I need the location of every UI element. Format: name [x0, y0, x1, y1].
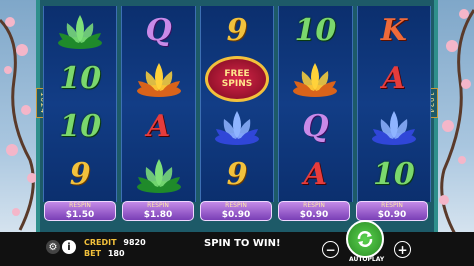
reel-symbol: Q — [279, 104, 351, 150]
symbol-k: K — [380, 13, 407, 48]
spin-message: SPIN TO WIN! — [204, 238, 281, 249]
symbol-a: A — [382, 61, 406, 96]
settings-icon[interactable]: ⚙ — [46, 240, 60, 254]
respin-price: $1.80 — [143, 210, 173, 220]
symbol-9: 9 — [226, 13, 248, 48]
reel-symbol: A — [279, 152, 351, 198]
symbol-q: Q — [302, 109, 329, 144]
reel-symbol: 10 — [358, 152, 430, 198]
reel-symbol: 9 — [44, 152, 116, 198]
respin-price: $0.90 — [221, 210, 251, 220]
reel-symbol — [122, 152, 194, 198]
reel-symbol — [122, 56, 194, 102]
bet-label: BET — [84, 249, 102, 258]
respin-button-4[interactable]: RESPIN $0.90 — [278, 201, 350, 221]
reel-symbol: FREE SPINS — [201, 56, 273, 102]
respin-label: RESPIN — [147, 202, 169, 209]
reel-1: 10 10 9 — [43, 6, 118, 202]
respin-price: $1.50 — [65, 210, 95, 220]
reel-symbol: 9 — [201, 152, 273, 198]
reel-symbol: A — [122, 104, 194, 150]
reel-2: QA — [121, 6, 196, 202]
lotus-green-icon — [58, 15, 103, 49]
reel-symbol — [358, 104, 430, 150]
credit-label: CREDIT — [84, 238, 117, 247]
symbol-a: A — [303, 157, 328, 192]
reel-symbol: 10 — [44, 104, 116, 150]
lotus-gold-icon — [293, 63, 338, 97]
reel-symbol: 9 — [201, 8, 273, 54]
respin-label: RESPIN — [69, 202, 91, 209]
reel-symbol — [44, 8, 116, 54]
info-icon[interactable]: i — [62, 240, 76, 254]
reel-5: K A 10 — [356, 6, 432, 202]
symbol-9: 9 — [69, 157, 91, 192]
bottom-bar: ⚙ i CREDIT 9820 BET 180 SPIN TO WIN! − A… — [0, 220, 474, 266]
bet-plus-button[interactable]: + — [394, 241, 411, 258]
respin-button-5[interactable]: RESPIN $0.90 — [356, 201, 428, 221]
lotus-green-icon — [136, 159, 181, 193]
lotus-gold-icon — [136, 63, 181, 97]
reel-symbol: A — [358, 56, 430, 102]
reel-3: 9 FREE SPINS 9 — [199, 6, 275, 202]
symbol-10: 10 — [294, 13, 337, 48]
bet-minus-button[interactable]: − — [322, 241, 339, 258]
free-spins-scatter: FREE SPINS — [205, 56, 270, 102]
symbol-10: 10 — [59, 109, 102, 144]
reel-symbol — [201, 104, 273, 150]
reel-4: 10 Q A — [278, 6, 353, 202]
spin-arrows-icon — [357, 231, 373, 247]
respin-button-3[interactable]: RESPIN $0.90 — [200, 201, 272, 221]
symbol-q: Q — [145, 13, 172, 48]
respin-button-2[interactable]: RESPIN $1.80 — [122, 201, 194, 221]
reel-symbol: Q — [122, 8, 194, 54]
reel-symbol: K — [358, 8, 430, 54]
lotus-blue-icon — [215, 111, 260, 145]
reel-grid: 10 10 9 Q A 9 FREE SPINS 9 10 Q A K A 10 — [43, 6, 432, 202]
respin-button-1[interactable]: RESPIN $1.50 — [44, 201, 116, 221]
symbol-9: 9 — [226, 157, 248, 192]
autoplay-button[interactable]: AUTOPLAY — [349, 256, 384, 263]
bet-value: 180 — [107, 249, 125, 258]
lotus-blue-icon — [371, 111, 416, 145]
reel-symbol: 10 — [44, 56, 116, 102]
respin-label: RESPIN — [381, 202, 403, 209]
reel-symbol — [279, 56, 351, 102]
symbol-10: 10 — [59, 61, 102, 96]
credit-value: 9820 — [123, 238, 146, 247]
respin-label: RESPIN — [303, 202, 325, 209]
respin-label: RESPIN — [225, 202, 247, 209]
symbol-a: A — [146, 109, 171, 144]
respin-price: $0.90 — [299, 210, 329, 220]
respin-price: $0.90 — [377, 210, 407, 220]
symbol-10: 10 — [372, 157, 415, 192]
reel-symbol: 10 — [279, 8, 351, 54]
spin-button[interactable] — [346, 220, 384, 258]
